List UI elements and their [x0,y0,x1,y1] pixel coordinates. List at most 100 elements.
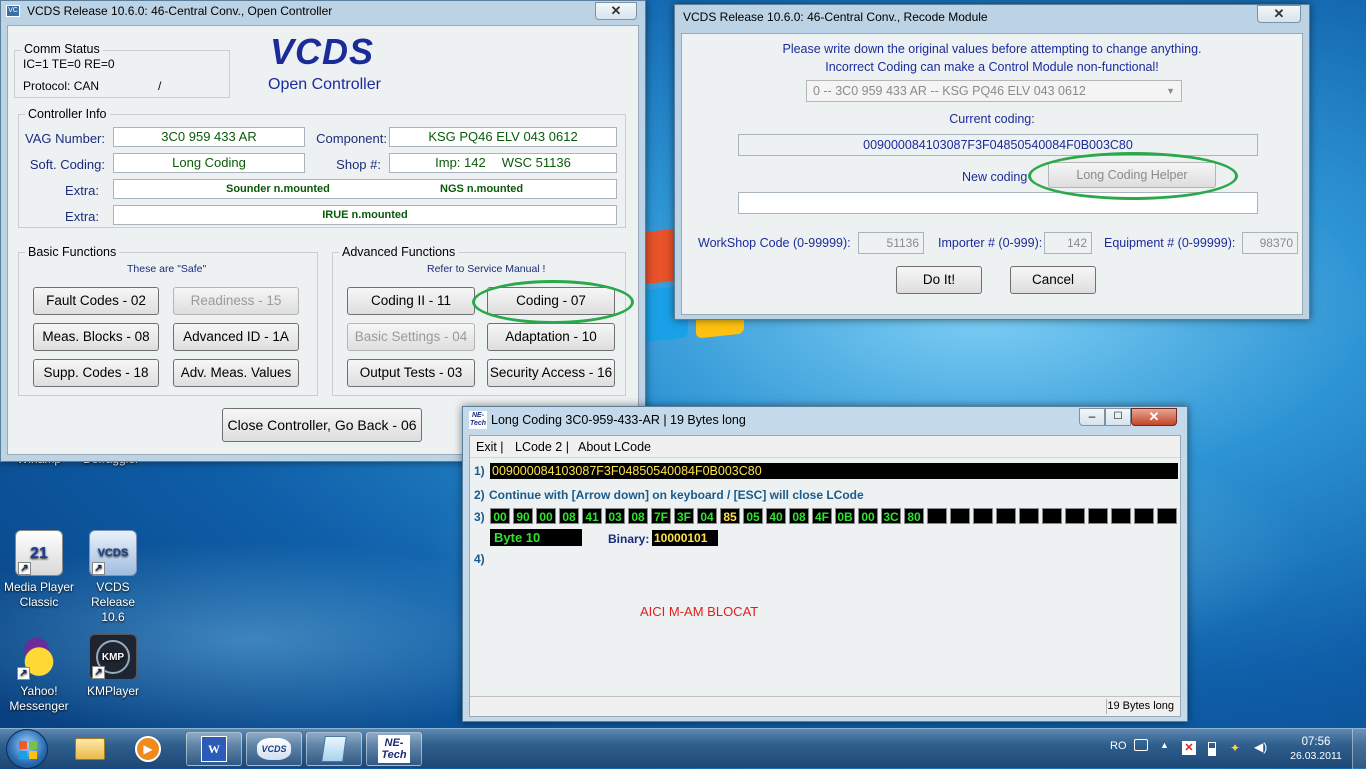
basic-settings-button[interactable]: Basic Settings - 04 [347,323,475,351]
coding-byte-cell[interactable] [996,508,1016,524]
menu-exit[interactable]: Exit | [476,436,504,458]
coding-byte-cell[interactable]: 3C [881,508,901,524]
coding-byte-cell[interactable] [1157,508,1177,524]
advanced-id-button[interactable]: Advanced ID - 1A [173,323,299,351]
coding-byte-cell[interactable] [1042,508,1062,524]
clock[interactable]: 07:56 26.03.2011 [1286,735,1346,763]
close-icon[interactable]: ✕ [595,2,637,20]
module-select[interactable]: 0 -- 3C0 959 433 AR -- KSG PQ46 ELV 043 … [806,80,1182,102]
close-icon[interactable]: ✕ [1257,5,1301,23]
taskbar-vcds[interactable]: VCDS [246,732,302,766]
coding-byte-cell[interactable]: 08 [559,508,579,524]
desktop-icon-vcds[interactable]: VCDS ↗ VCDS Release 10.6 [74,530,152,625]
coding-byte-cell[interactable] [1088,508,1108,524]
coding-byte-cell[interactable]: 4F [812,508,832,524]
taskbar-media-player[interactable]: ▶ [120,732,176,766]
menu-about-lcode[interactable]: About LCode [578,436,651,458]
coding-byte-cell[interactable]: 90 [513,508,533,524]
coding-byte-cell[interactable] [973,508,993,524]
coding-byte-cell[interactable]: 0B [835,508,855,524]
advanced-functions-note: Refer to Service Manual ! [427,263,546,275]
close-icon[interactable]: ✕ [1131,408,1177,426]
tray-expand-icon[interactable]: ▲ [1160,740,1169,750]
fault-codes-button[interactable]: Fault Codes - 02 [33,287,159,315]
chevron-down-icon: ▼ [1166,86,1175,96]
coding-byte-cell[interactable]: 00 [490,508,510,524]
cancel-button[interactable]: Cancel [1010,266,1096,294]
tray-volume-icon[interactable]: ◀) [1254,740,1267,754]
coding-byte-cell[interactable]: 3F [674,508,694,524]
coding-byte-cell[interactable] [1065,508,1085,524]
recode-titlebar[interactable]: VCDS Release 10.6.0: 46-Central Conv., R… [675,5,1309,27]
coding-byte-cell[interactable]: 04 [697,508,717,524]
shop-value: Imp: 142 WSC 51136 [389,153,617,173]
window-title: VCDS Release 10.6.0: 46-Central Conv., O… [27,4,333,18]
desktop-icon-yahoo-messenger[interactable]: ↗ Yahoo! Messenger [0,634,78,714]
coding-byte-cell[interactable]: 40 [766,508,786,524]
tray-wireless-icon[interactable]: ✦ [1230,741,1240,755]
language-indicator[interactable]: RO [1110,740,1127,752]
lcode-titlebar[interactable]: NE- Tech Long Coding 3C0-959-433-AR | 19 … [463,407,1187,433]
basic-functions-note: These are "Safe" [127,263,207,275]
row4-number: 4) [474,552,485,566]
coding-byte-cell[interactable] [1134,508,1154,524]
coding-byte-cell[interactable]: 80 [904,508,924,524]
vag-number-value: 3C0 959 433 AR [113,127,305,147]
coding-byte-cell[interactable]: 08 [789,508,809,524]
desktop-icon-label-line2: Classic [19,595,59,609]
workshop-code-field[interactable]: 51136 [858,232,924,254]
mpc-badge: 21 [30,544,48,562]
coding-byte-cell[interactable] [950,508,970,524]
open-controller-titlebar[interactable]: VC VCDS Release 10.6.0: 46-Central Conv.… [1,1,645,23]
adaptation-button[interactable]: Adaptation - 10 [487,323,615,351]
taskbar-notepad[interactable] [306,732,362,766]
status-text: 19 Bytes long [1107,700,1174,712]
close-controller-button[interactable]: Close Controller, Go Back - 06 [222,408,422,442]
vcds-taskbar-icon: VCDS [257,738,291,760]
coding-byte-cell[interactable]: 7F [651,508,671,524]
tray-battery-icon[interactable] [1208,742,1216,756]
tray-action-center-icon[interactable]: ✕ [1182,741,1196,755]
importer-field[interactable]: 142 [1044,232,1092,254]
coding-byte-cell[interactable]: 05 [743,508,763,524]
start-button[interactable] [6,729,48,769]
readiness-button[interactable]: Readiness - 15 [173,287,299,315]
supp-codes-button[interactable]: Supp. Codes - 18 [33,359,159,387]
coding2-button[interactable]: Coding II - 11 [347,287,475,315]
desktop-icon-media-player-classic[interactable]: 21 ↗ Media Player Classic [0,530,78,610]
coding-byte-cell[interactable]: 08 [628,508,648,524]
coding-byte-cell[interactable] [927,508,947,524]
coding-byte-cell[interactable]: 85 [720,508,740,524]
security-access-button[interactable]: Security Access - 16 [487,359,615,387]
ne-tech-icon: NE- Tech [378,735,410,763]
coding-byte-cell[interactable]: 41 [582,508,602,524]
meas-blocks-button[interactable]: Meas. Blocks - 08 [33,323,159,351]
taskbar-explorer[interactable] [62,732,118,766]
recode-panel: Please write down the original values be… [681,33,1303,315]
taskbar-word[interactable]: W [186,732,242,766]
do-it-button[interactable]: Do It! [896,266,982,294]
coding-byte-cell[interactable] [1019,508,1039,524]
menu-lcode2[interactable]: LCode 2 | [515,436,569,458]
shortcut-arrow-icon: ↗ [17,667,30,680]
maximize-icon[interactable]: ☐ [1105,408,1131,426]
coding-byte-cell[interactable]: 00 [858,508,878,524]
desktop-icon-label-line1: VCDS Release [90,580,136,609]
output-tests-button[interactable]: Output Tests - 03 [347,359,475,387]
equipment-field[interactable]: 98370 [1242,232,1298,254]
shop-label: Shop #: [336,157,381,172]
show-desktop-button[interactable] [1352,729,1366,769]
desktop-icon-kmplayer[interactable]: KMP ↗ KMPlayer [74,634,152,699]
vcds-badge: VCDS [97,546,129,559]
workshop-code-label: WorkShop Code (0-99999): [698,236,851,250]
adv-meas-values-button[interactable]: Adv. Meas. Values [173,359,299,387]
tray-network-icon[interactable] [1134,739,1148,751]
coding-byte-cell[interactable]: 00 [536,508,556,524]
clock-date: 26.03.2011 [1290,750,1342,762]
minimize-icon[interactable]: – [1079,408,1105,426]
extra-label: Extra: [65,183,99,198]
coding-byte-cell[interactable]: 03 [605,508,625,524]
taskbar-ne-tech[interactable]: NE- Tech [366,732,422,766]
coding-byte-cell[interactable] [1111,508,1131,524]
comm-status-line: IC=1 TE=0 RE=0 [23,57,115,71]
